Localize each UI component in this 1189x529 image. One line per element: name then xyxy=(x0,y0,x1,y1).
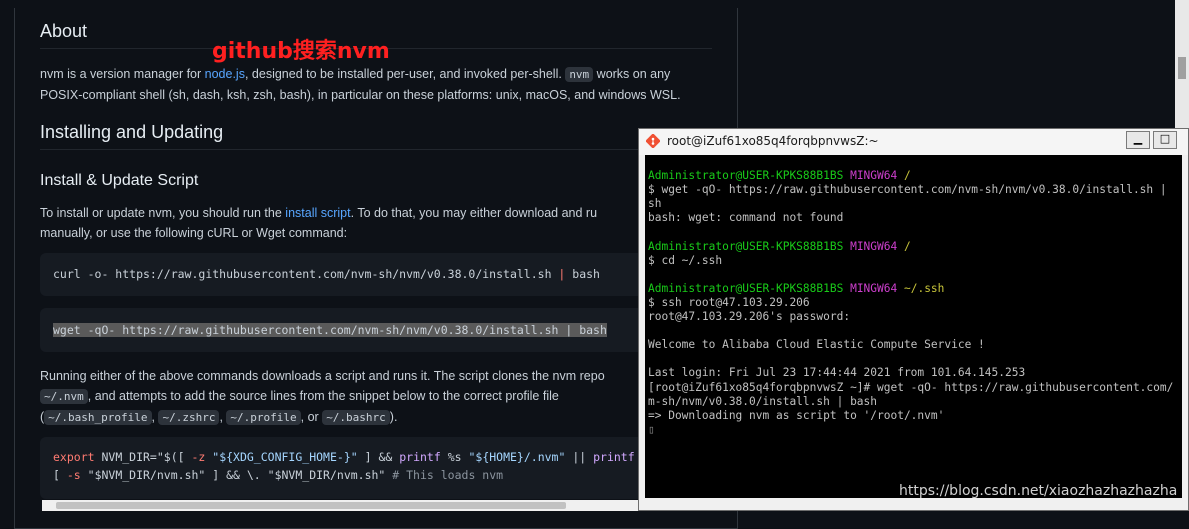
bashrc-code: ~/.bashrc xyxy=(322,410,390,425)
terminal-line: m-sh/nvm/v0.38.0/install.sh | bash xyxy=(648,394,878,408)
about-text-4: POSIX-compliant shell (sh, dash, ksh, zs… xyxy=(40,88,681,102)
terminal-line: Welcome to Alibaba Cloud Elastic Compute… xyxy=(648,338,985,352)
terminal-window[interactable]: root@iZuf61xo85q4forqbpnvwsZ:~ ▁ □ Admin… xyxy=(638,128,1189,511)
install-text-1: To install or update nvm, you should run… xyxy=(40,206,286,220)
terminal-line: [root@iZuf61xo85q4forqbpnvwsZ ~]# wget -… xyxy=(648,380,1174,394)
github-readme-panel: About nvm is a version manager for node.… xyxy=(14,8,738,529)
prompt-line-2: Administrator@USER-KPKS88B1BS MINGW64 / xyxy=(648,240,1182,254)
terminal-title: root@iZuf61xo85q4forqbpnvwsZ:~ xyxy=(667,134,879,148)
load-part-2: "$NVM_DIR/nvm.sh" ] && \. "$NVM_DIR/nvm.… xyxy=(80,468,393,482)
export-keyword: export xyxy=(53,450,95,464)
export-part-4: || xyxy=(565,450,594,464)
terminal-cursor: ▯ xyxy=(648,422,655,436)
git-bash-icon xyxy=(646,134,660,148)
export-code-block[interactable]: export NVM_DIR="$([ -z "${XDG_CONFIG_HOM… xyxy=(40,437,730,499)
export-string-1: "${XDG_CONFIG_HOME-}" xyxy=(205,450,358,464)
terminal-line: sh xyxy=(648,197,662,211)
running-text-1: Running either of the above commands dow… xyxy=(40,369,605,383)
red-annotation-text: github搜索nvm xyxy=(212,39,390,64)
prompt-user: Administrator@USER-KPKS88B1BS xyxy=(648,239,844,253)
nvm-inline-code: nvm xyxy=(565,67,594,82)
install-script-link[interactable]: install script xyxy=(285,206,350,220)
running-paragraph: Running either of the above commands dow… xyxy=(40,369,605,425)
about-paragraph: nvm is a version manager for node.js, de… xyxy=(40,64,730,105)
vertical-scrollbar-thumb[interactable] xyxy=(1178,57,1186,79)
about-text-3: works on any xyxy=(593,67,671,81)
prompt-user: Administrator@USER-KPKS88B1BS xyxy=(648,169,844,183)
export-printf: printf xyxy=(399,450,441,464)
prompt-shell: MINGW64 xyxy=(850,281,898,295)
prompt-path: / xyxy=(903,169,911,183)
running-text-2: , and attempts to add the source lines f… xyxy=(87,389,559,403)
horizontal-scrollbar[interactable] xyxy=(42,500,710,511)
bash-profile-code: ~/.bash_profile xyxy=(44,410,152,425)
terminal-output[interactable]: Administrator@USER-KPKS88B1BS MINGW64 / … xyxy=(645,155,1182,498)
load-flag-s: -s xyxy=(66,468,81,482)
prompt-line-3: Administrator@USER-KPKS88B1BS MINGW64 ~/… xyxy=(648,282,1182,296)
terminal-line: $ cd ~/.ssh xyxy=(648,253,723,267)
install-text-2: . To do that, you may either download an… xyxy=(350,206,598,220)
terminal-titlebar[interactable]: root@iZuf61xo85q4forqbpnvwsZ:~ ▁ □ xyxy=(639,129,1188,155)
prompt-shell: MINGW64 xyxy=(850,169,898,183)
csdn-watermark: https://blog.csdn.net/xiaozhazhazhazha xyxy=(899,483,1178,499)
prompt-shell: MINGW64 xyxy=(850,239,898,253)
about-text-1: nvm is a version manager for xyxy=(40,67,205,81)
install-text-3: manually, or use the following cURL or W… xyxy=(40,226,348,240)
installing-heading: Installing and Updating xyxy=(40,122,712,150)
curl-code-block[interactable]: curl -o- https://raw.githubusercontent.c… xyxy=(40,253,730,296)
load-comment: # This loads nvm xyxy=(392,468,504,482)
terminal-line: bash: wget: command not found xyxy=(648,211,844,225)
export-part-2: ] && xyxy=(357,450,400,464)
prompt-line-1: Administrator@USER-KPKS88B1BS MINGW64 / xyxy=(648,169,1182,183)
export-part-3: %s xyxy=(440,450,469,464)
terminal-line: root@47.103.29.206's password: xyxy=(648,310,851,324)
prompt-user: Administrator@USER-KPKS88B1BS xyxy=(648,281,844,295)
maximize-button[interactable]: □ xyxy=(1153,131,1177,149)
curl-bash: bash xyxy=(565,267,600,281)
terminal-line: $ wget -qO- https://raw.githubuserconten… xyxy=(648,183,1167,197)
profile-code: ~/.profile xyxy=(226,410,301,425)
terminal-line: $ ssh root@47.103.29.206 xyxy=(648,295,810,309)
nvm-dir-inline-code: ~/.nvm xyxy=(40,389,88,404)
terminal-line: => Downloading nvm as script to '/root/.… xyxy=(648,408,945,422)
zshrc-code: ~/.zshrc xyxy=(158,410,220,425)
export-flag-z: -z xyxy=(191,450,206,464)
about-text-2: , designed to be installed per-user, and… xyxy=(244,67,566,81)
load-part-1: [ xyxy=(53,468,67,482)
wget-code-block[interactable]: wget -qO- https://raw.githubusercontent.… xyxy=(40,308,730,352)
export-string-2: "${HOME}/.nvm" xyxy=(468,450,566,464)
export-part-1: NVM_DIR="$([ xyxy=(94,450,192,464)
prompt-path: ~/.ssh xyxy=(903,281,945,295)
export-printf-2: printf xyxy=(593,450,635,464)
prompt-path: / xyxy=(903,239,911,253)
nodejs-link[interactable]: node.js xyxy=(205,67,245,81)
minimize-button[interactable]: ▁ xyxy=(1126,131,1150,149)
install-script-heading: Install & Update Script xyxy=(40,172,199,189)
install-paragraph: To install or update nvm, you should run… xyxy=(40,203,730,243)
horizontal-scrollbar-thumb[interactable] xyxy=(56,502,566,509)
terminal-line: Last login: Fri Jul 23 17:44:44 2021 fro… xyxy=(648,366,1026,380)
curl-command: curl -o- https://raw.githubusercontent.c… xyxy=(53,267,559,281)
wget-command-selected: wget -qO- https://raw.githubusercontent.… xyxy=(53,323,607,337)
